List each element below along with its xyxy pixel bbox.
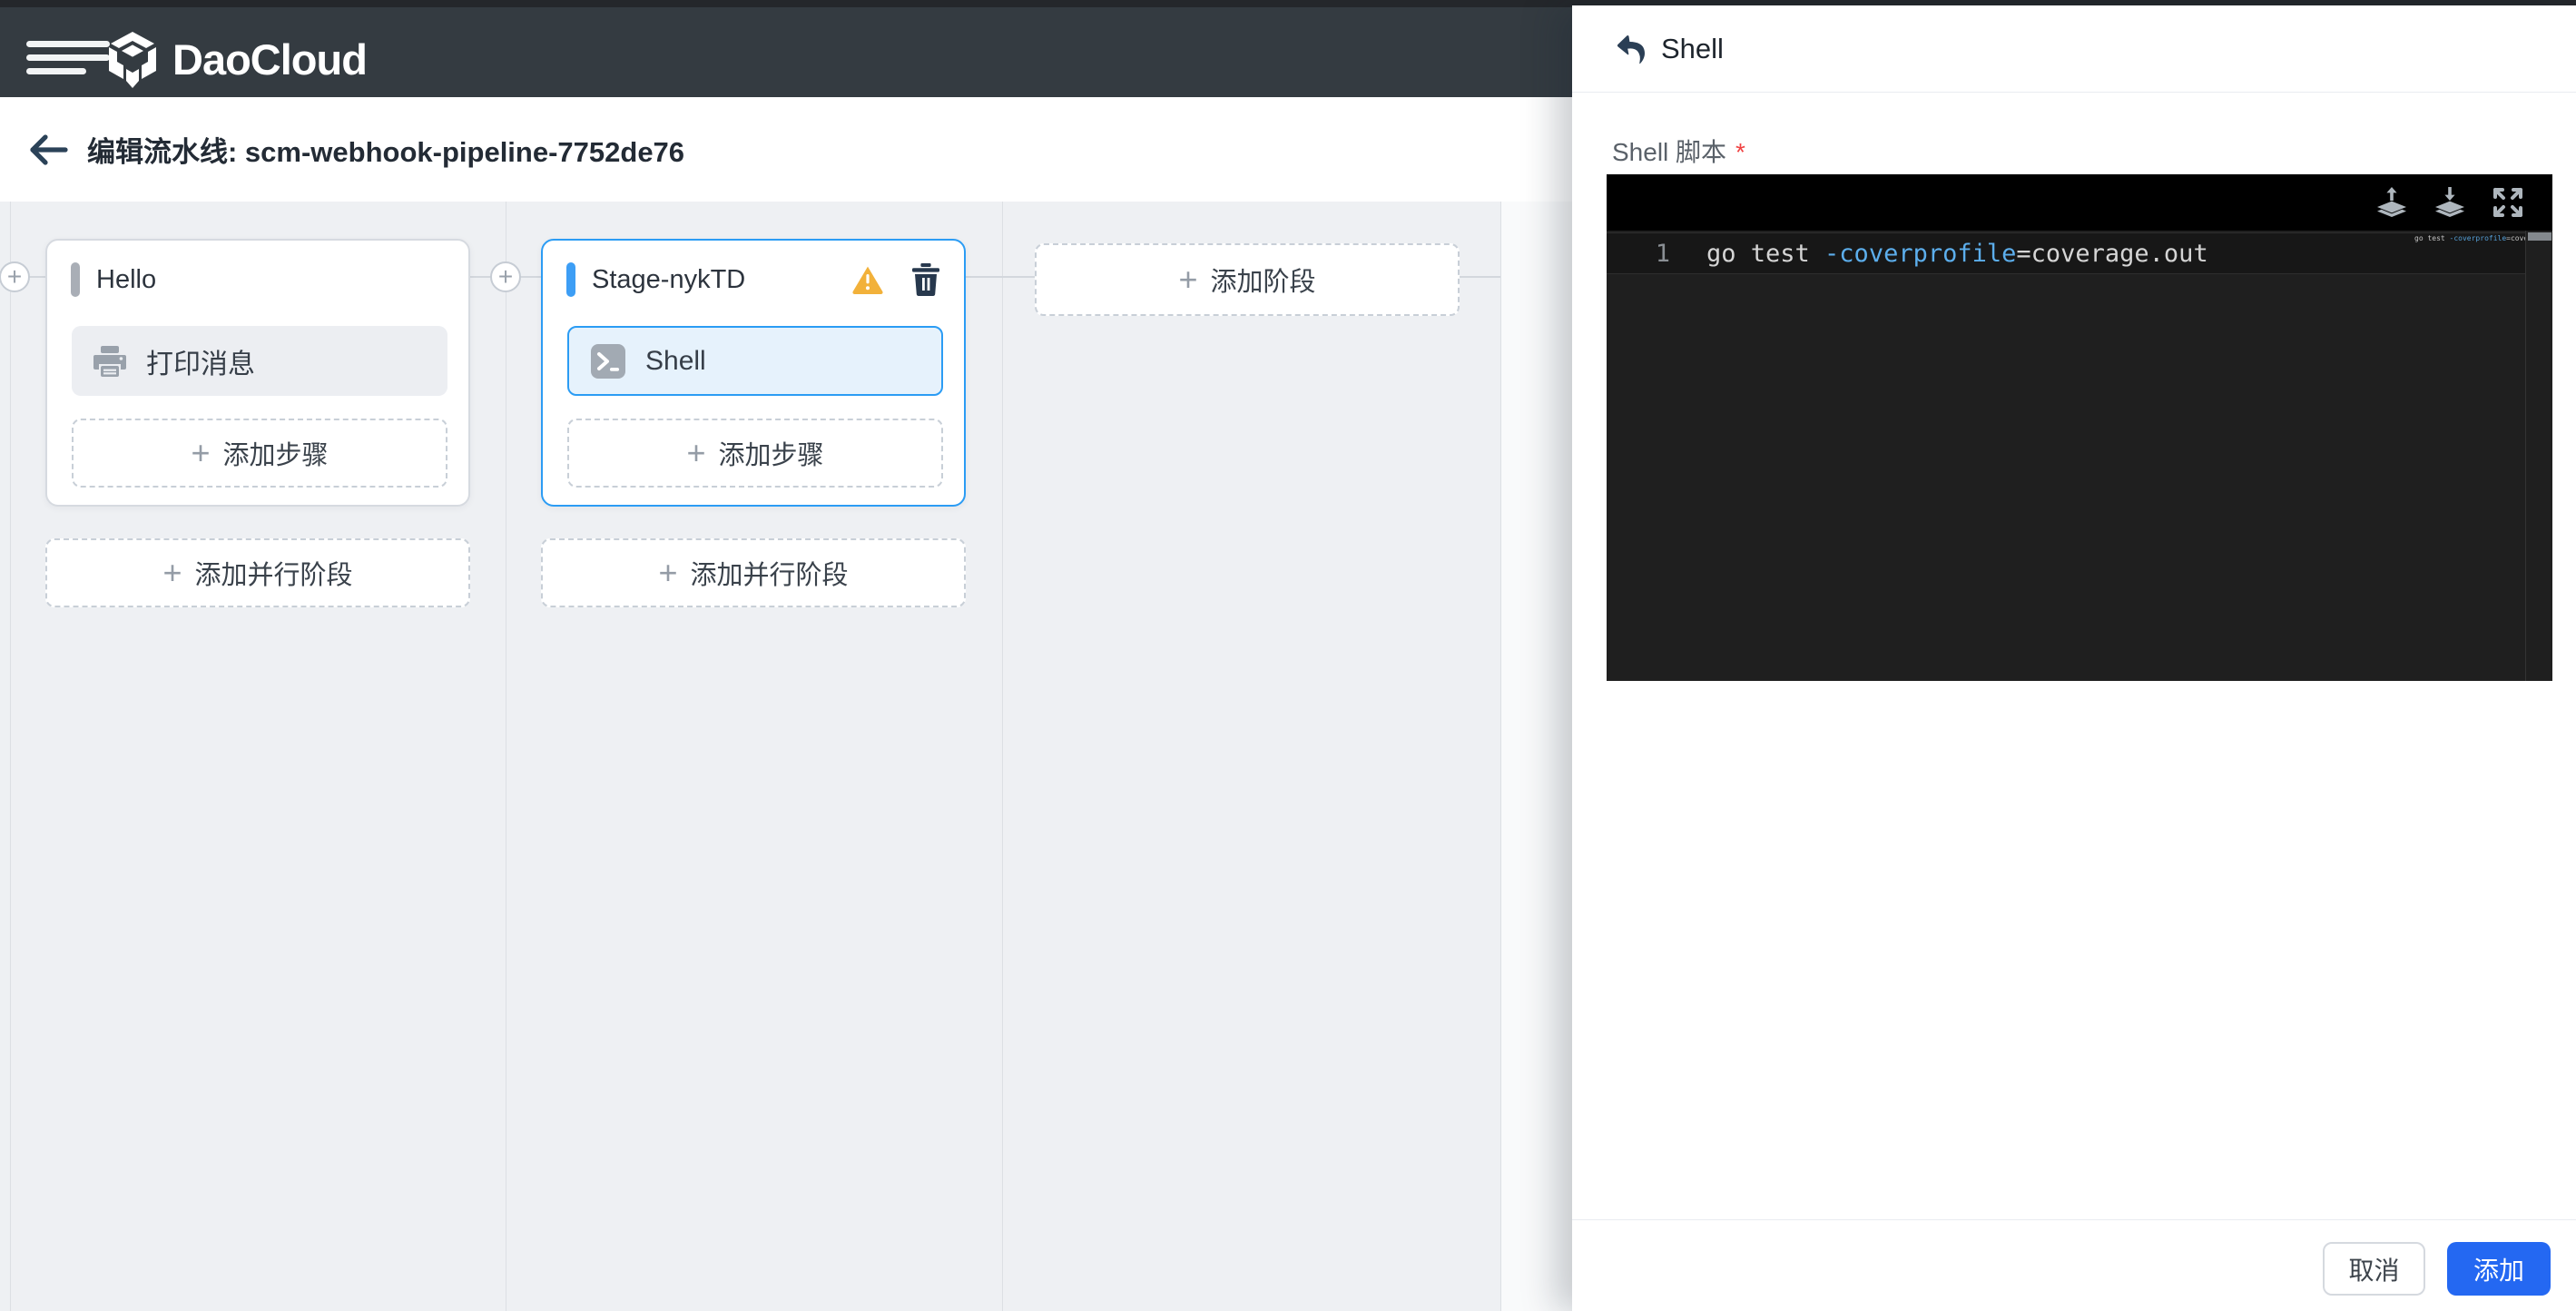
column-divider — [10, 202, 11, 1311]
upload-icon[interactable] — [2374, 185, 2409, 220]
page-title: 编辑流水线: scm-webhook-pipeline-7752de76 — [87, 97, 684, 202]
plus-icon: + — [658, 557, 677, 589]
required-mark: * — [1735, 138, 1745, 166]
add-parallel-stage-button[interactable]: + 添加并行阶段 — [541, 538, 966, 607]
step-label: 打印消息 — [146, 341, 255, 381]
add-step-button[interactable]: + 添加步骤 — [567, 419, 943, 488]
add-parallel-stage-button[interactable]: + 添加并行阶段 — [45, 538, 470, 607]
plus-icon: + — [686, 437, 705, 469]
drawer-title: Shell — [1661, 33, 1724, 65]
brand-logo[interactable]: DaoCloud — [107, 15, 367, 104]
stage-header: Stage-nykTD — [566, 262, 940, 297]
step-print-message[interactable]: 打印消息 — [72, 326, 447, 396]
plus-icon: + — [162, 557, 182, 589]
minimap[interactable]: go test -coverprofile=coverage.out — [2414, 234, 2525, 247]
stage-card-stage-nyktd[interactable]: Stage-nykTD — [541, 239, 966, 507]
column-divider — [1002, 202, 1003, 1311]
stage-card-hello[interactable]: Hello 打印消息 + 添加步骤 — [45, 239, 470, 507]
plus-icon: + — [1178, 263, 1197, 296]
stage-accent-bar — [71, 262, 80, 297]
insert-stage-before-button[interactable]: + — [0, 261, 30, 292]
terminal-icon — [591, 344, 625, 379]
plus-icon: + — [191, 437, 210, 469]
add-button[interactable]: 添加 — [2447, 1242, 2551, 1296]
pipeline-canvas: + + Hello 打印消息 — [0, 202, 1572, 1311]
warning-icon — [851, 265, 884, 294]
title-bar: 编辑流水线: scm-webhook-pipeline-7752de76 — [0, 97, 1572, 202]
download-icon[interactable] — [2433, 185, 2467, 220]
delete-stage-icon[interactable] — [911, 263, 940, 296]
canvas-end-zone — [1501, 202, 1572, 1311]
drawer-header: Shell — [1572, 5, 2576, 93]
stage-accent-bar — [566, 262, 575, 297]
add-stage-button[interactable]: + 添加阶段 — [1035, 243, 1460, 316]
step-label: Shell — [645, 346, 706, 377]
menu-bar — [26, 54, 110, 61]
fullscreen-icon[interactable] — [2491, 185, 2525, 220]
menu-icon[interactable] — [26, 34, 110, 80]
plus-icon: + — [498, 264, 513, 290]
stage-header: Hello — [71, 262, 445, 297]
line-number: 1 — [1607, 240, 1706, 268]
editor-toolbar — [1607, 174, 2552, 231]
step-shell[interactable]: Shell — [567, 326, 943, 396]
shell-script-editor[interactable]: 1 go test -coverprofile=coverage.out go … — [1607, 174, 2552, 681]
editor-scrollbar[interactable] — [2525, 231, 2552, 681]
reply-arrow-icon — [1612, 32, 1648, 66]
step-config-drawer: Shell Shell 脚本* — [1572, 5, 2576, 1311]
insert-stage-between-button[interactable]: + — [490, 261, 521, 292]
menu-bar — [26, 41, 110, 47]
daocloud-cube-icon — [107, 32, 158, 88]
cancel-button[interactable]: 取消 — [2323, 1242, 2425, 1296]
code-line[interactable]: 1 go test -coverprofile=coverage.out — [1607, 234, 2525, 272]
printer-icon — [93, 346, 126, 377]
add-step-button[interactable]: + 添加步骤 — [72, 419, 447, 488]
plus-icon: + — [7, 264, 22, 290]
field-label: Shell 脚本* — [1612, 133, 1745, 169]
stage-name: Hello — [96, 265, 156, 295]
back-arrow-icon[interactable] — [27, 130, 71, 170]
drawer-footer-divider — [1572, 1219, 2576, 1220]
brand-name: DaoCloud — [172, 34, 367, 84]
menu-bar — [26, 68, 86, 74]
scrollbar-thumb[interactable] — [2528, 232, 2551, 241]
stage-name: Stage-nykTD — [592, 265, 745, 295]
